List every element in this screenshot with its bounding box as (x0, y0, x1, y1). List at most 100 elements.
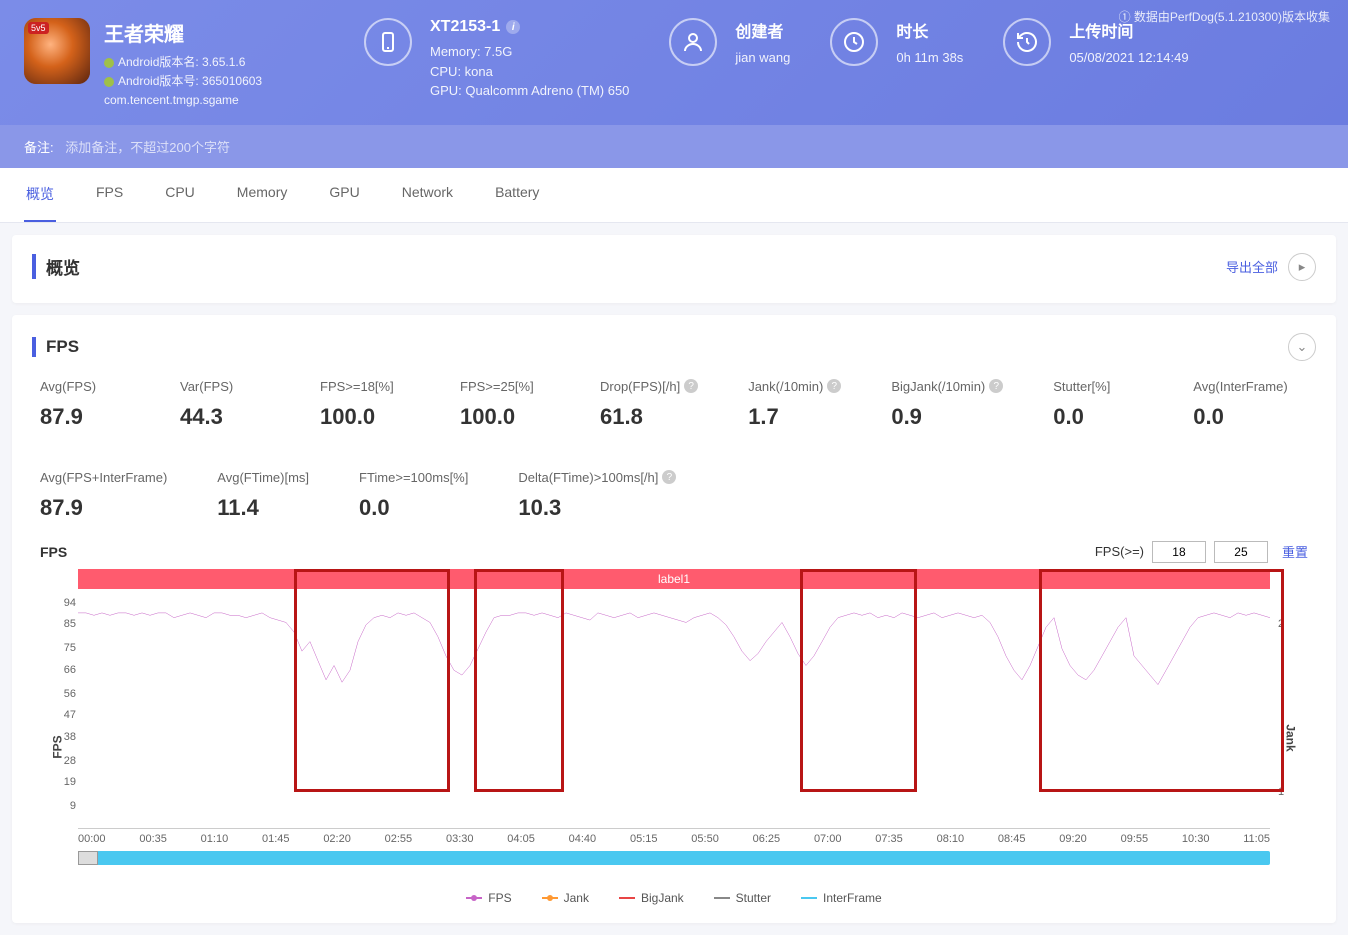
help-icon[interactable]: ? (684, 379, 698, 393)
metric: FPS>=18[%] 100.0 (320, 379, 410, 430)
app-icon: 5v5 (24, 18, 90, 84)
chart-title: FPS (40, 544, 67, 560)
metric-label: Avg(FPS) (40, 379, 130, 394)
device-icon (364, 18, 412, 66)
fps-metrics: Avg(FPS)87.9Var(FPS)44.3FPS>=18[%]100.0F… (40, 379, 1308, 521)
metric-value: 1.7 (748, 404, 841, 430)
tab-memory[interactable]: Memory (235, 168, 290, 222)
overview-title: 概览 (32, 254, 80, 279)
fps-section: FPS ⌄ Avg(FPS) 87.9 Var(FPS) 44.3 FPS>=18[%]… (12, 315, 1336, 923)
device-block: XT2153-1i Memory: 7.5G CPU: kona GPU: Qu… (364, 18, 629, 101)
legend-swatch (466, 897, 482, 899)
metric-value: 87.9 (40, 495, 167, 521)
reset-button[interactable]: 重置 (1282, 542, 1308, 561)
chevron-right-icon[interactable]: ▸ (1288, 253, 1316, 281)
chart-scrollbar[interactable] (78, 851, 1270, 865)
remark-placeholder: 添加备注，不超过200个字符 (65, 140, 230, 155)
remark-bar[interactable]: 备注: 添加备注，不超过200个字符 (0, 125, 1348, 168)
help-icon[interactable]: ? (662, 470, 676, 484)
metric-value: 100.0 (460, 404, 550, 430)
metric-value: 11.4 (217, 495, 309, 521)
device-model: XT2153-1i (430, 18, 629, 36)
metric-value: 100.0 (320, 404, 410, 430)
metric-label: Drop(FPS)[/h]? (600, 379, 698, 394)
metric-label: Stutter[%] (1053, 379, 1143, 394)
fps-threshold-controls: FPS(>=) 重置 (1095, 541, 1308, 563)
metric: FTime>=100ms[%]0.0 (359, 470, 468, 521)
upload-value: 05/08/2021 12:14:49 (1069, 48, 1188, 68)
highlight-region (474, 569, 565, 792)
legend-label: InterFrame (823, 891, 882, 905)
metric: Jank(/10min)? 1.7 (748, 379, 841, 430)
metric: Delta(FTime)>100ms[/h]? 10.3 (518, 470, 676, 521)
fps-title: FPS (32, 337, 79, 357)
metric-value: 0.0 (359, 495, 468, 521)
fps-chart-area: FPS Jank label1 9192838475666758594 12 0… (40, 569, 1308, 865)
legend-swatch (542, 897, 558, 899)
remark-label: 备注: (24, 140, 54, 155)
metric: Stutter[%] 0.0 (1053, 379, 1143, 430)
metric-label: FPS>=18[%] (320, 379, 410, 394)
legend-item[interactable]: BigJank (619, 891, 684, 905)
legend-item[interactable]: Jank (542, 891, 589, 905)
collapse-button[interactable]: ⌄ (1288, 333, 1316, 361)
tab-gpu[interactable]: GPU (327, 168, 361, 222)
legend-item[interactable]: FPS (466, 891, 511, 905)
metric: Avg(InterFrame) 0.0 (1193, 379, 1287, 430)
legend-item[interactable]: Stutter (714, 891, 771, 905)
android-version-name: Android版本名: 3.65.1.6 (104, 53, 262, 72)
metric-label: Avg(FTime)[ms] (217, 470, 309, 485)
fps-threshold-2-input[interactable] (1214, 541, 1268, 563)
header-bar: ① 数据由PerfDog(5.1.210300)版本收集 5v5 王者荣耀 An… (0, 0, 1348, 125)
duration-value: 0h 11m 38s (896, 48, 963, 68)
metric-label: Var(FPS) (180, 379, 270, 394)
clock-icon (830, 18, 878, 66)
legend-item[interactable]: InterFrame (801, 891, 882, 905)
metric-value: 0.0 (1053, 404, 1143, 430)
legend-label: FPS (488, 891, 511, 905)
upload-block: 上传时间 05/08/2021 12:14:49 (1003, 18, 1188, 68)
tab-battery[interactable]: Battery (493, 168, 541, 222)
metric: Drop(FPS)[/h]? 61.8 (600, 379, 698, 430)
metric-value: 87.9 (40, 404, 130, 430)
metric-value: 44.3 (180, 404, 270, 430)
metric: Avg(FTime)[ms] 11.4 (217, 470, 309, 521)
tab-network[interactable]: Network (400, 168, 455, 222)
legend-swatch (801, 897, 817, 899)
metric: Avg(FPS+InterFrame)87.9 (40, 470, 167, 521)
user-icon (669, 18, 717, 66)
metric-value: 10.3 (518, 495, 676, 521)
legend-label: BigJank (641, 891, 684, 905)
app-block: 5v5 王者荣耀 Android版本名: 3.65.1.6 Android版本号… (24, 18, 324, 111)
app-name: 王者荣耀 (104, 18, 262, 47)
help-icon[interactable]: ? (989, 379, 1003, 393)
fps-ge-label: FPS(>=) (1095, 544, 1144, 559)
android-icon (104, 58, 114, 68)
fps-threshold-1-input[interactable] (1152, 541, 1206, 563)
device-gpu: GPU: Qualcomm Adreno (TM) 650 (430, 81, 629, 101)
metric-value: 0.0 (1193, 404, 1287, 430)
metric-label: Jank(/10min)? (748, 379, 841, 394)
tab-fps[interactable]: FPS (94, 168, 125, 222)
chart-legend: FPS Jank BigJank Stutter InterFrame (32, 891, 1316, 905)
scroll-thumb[interactable] (78, 851, 98, 865)
metric-value: 0.9 (891, 404, 1003, 430)
info-icon[interactable]: i (506, 20, 520, 34)
tab-cpu[interactable]: CPU (163, 168, 197, 222)
duration-block: 时长 0h 11m 38s (830, 18, 963, 68)
tab-概览[interactable]: 概览 (24, 168, 56, 222)
duration-label: 时长 (896, 18, 963, 42)
metric-value: 61.8 (600, 404, 698, 430)
android-version-code: Android版本号: 365010603 (104, 72, 262, 91)
metric-label: Delta(FTime)>100ms[/h]? (518, 470, 676, 485)
creator-value: jian wang (735, 48, 790, 68)
legend-swatch (714, 897, 730, 899)
metric-label: Avg(InterFrame) (1193, 379, 1287, 394)
fps-chart[interactable]: 9192838475666758594 12 (78, 589, 1270, 829)
legend-label: Jank (564, 891, 589, 905)
history-icon (1003, 18, 1051, 66)
help-icon[interactable]: ? (827, 379, 841, 393)
highlight-region (1039, 569, 1285, 792)
device-memory: Memory: 7.5G (430, 42, 629, 62)
export-all-button[interactable]: 导出全部 ▸ (1226, 253, 1316, 281)
